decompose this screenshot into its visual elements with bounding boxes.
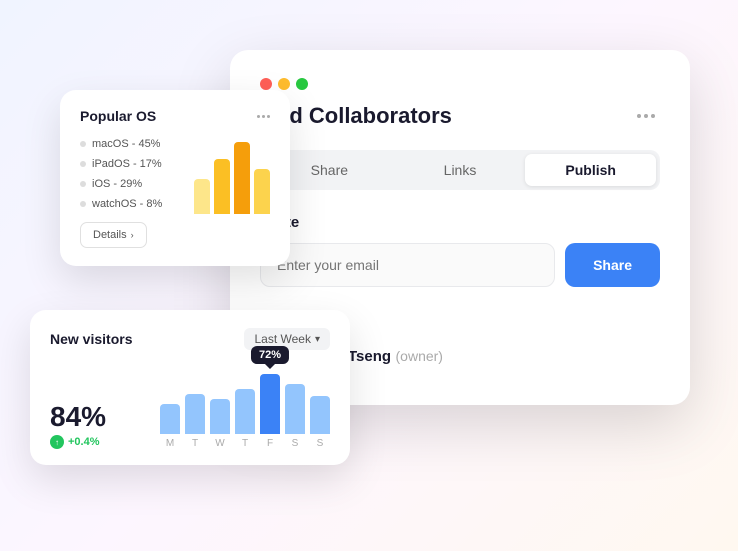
os-card: Popular OS macOS - 45% iPadOS - 17% iOS …	[60, 90, 290, 266]
close-button[interactable]	[260, 78, 272, 90]
visitors-change: ↑ +0.4%	[50, 435, 106, 449]
os-item-label: macOS - 45%	[92, 138, 160, 150]
visitors-header: New visitors Last Week ▾	[50, 328, 330, 350]
maximize-button[interactable]	[296, 78, 308, 90]
modal-title: Add Collaborators	[260, 103, 632, 129]
visitors-content: 84% ↑ +0.4% 72%	[50, 364, 330, 449]
bullet-icon	[80, 161, 86, 167]
share-button[interactable]: Share	[565, 243, 660, 287]
os-list: macOS - 45% iPadOS - 17% iOS - 29% watch…	[80, 138, 184, 248]
chart-label: F	[260, 438, 280, 449]
details-label: Details	[93, 229, 127, 241]
minimize-button[interactable]	[278, 78, 290, 90]
bullet-icon	[80, 201, 86, 207]
dot-icon	[651, 114, 655, 118]
chart-bars: 72%	[160, 364, 330, 434]
os-item-label: iPadOS - 17%	[92, 158, 162, 170]
os-bar-chart	[194, 138, 270, 218]
chart-label: T	[235, 438, 255, 449]
bar-item	[194, 179, 210, 214]
traffic-lights	[260, 78, 660, 90]
bar-item	[214, 159, 230, 214]
chevron-down-icon: ▾	[315, 334, 320, 345]
chart-label: S	[310, 438, 330, 449]
chart-label: W	[210, 438, 230, 449]
list-item: watchOS - 8%	[80, 198, 184, 210]
more-options-button[interactable]	[632, 102, 660, 130]
email-input[interactable]	[260, 243, 555, 287]
os-more-icon[interactable]	[257, 115, 270, 118]
visitors-card: New visitors Last Week ▾ 84% ↑ +0.4%	[30, 310, 350, 465]
bar-item	[310, 396, 330, 434]
invite-label: Invite	[260, 214, 660, 231]
tab-group: Share Links Publish	[260, 150, 660, 190]
bar-item	[210, 399, 230, 434]
change-value: +0.4%	[68, 436, 100, 448]
modal-header: Add Collaborators	[260, 102, 660, 130]
bar-tooltip: 72%	[251, 346, 289, 364]
list-item: iPadOS - 17%	[80, 158, 184, 170]
dot-icon	[257, 115, 260, 118]
tab-links[interactable]: Links	[395, 154, 526, 186]
bar-item	[160, 404, 180, 434]
visitors-percentage: 84%	[50, 403, 106, 431]
up-trend-icon: ↑	[50, 435, 64, 449]
visitors-chart: 72% M T W T F S S	[122, 364, 330, 449]
collaborator-role: (owner)	[396, 348, 443, 364]
visitors-stat: 84% ↑ +0.4%	[50, 403, 106, 449]
os-card-header: Popular OS	[80, 108, 270, 124]
details-button[interactable]: Details ›	[80, 222, 147, 248]
os-item-label: iOS - 29%	[92, 178, 142, 190]
bar-item	[254, 169, 270, 214]
os-card-title: Popular OS	[80, 108, 156, 124]
dot-icon	[644, 114, 648, 118]
chart-label: S	[285, 438, 305, 449]
dot-icon	[637, 114, 641, 118]
chevron-right-icon: ›	[131, 230, 134, 240]
bar-item-highlight	[260, 374, 280, 434]
invite-row: Share	[260, 243, 660, 287]
dot-icon	[262, 115, 265, 118]
bar-item	[285, 384, 305, 434]
bar-item	[234, 142, 250, 214]
os-content: macOS - 45% iPadOS - 17% iOS - 29% watch…	[80, 138, 270, 248]
list-item: macOS - 45%	[80, 138, 184, 150]
bullet-icon	[80, 141, 86, 147]
os-item-label: watchOS - 8%	[92, 198, 162, 210]
period-label: Last Week	[254, 332, 310, 346]
chart-labels: M T W T F S S	[160, 438, 330, 449]
bar-item	[185, 394, 205, 434]
dot-icon	[267, 115, 270, 118]
chart-label: T	[185, 438, 205, 449]
tab-publish[interactable]: Publish	[525, 154, 656, 186]
list-item: iOS - 29%	[80, 178, 184, 190]
chart-label: M	[160, 438, 180, 449]
bar-item	[235, 389, 255, 434]
visitors-title: New visitors	[50, 331, 132, 347]
bullet-icon	[80, 181, 86, 187]
